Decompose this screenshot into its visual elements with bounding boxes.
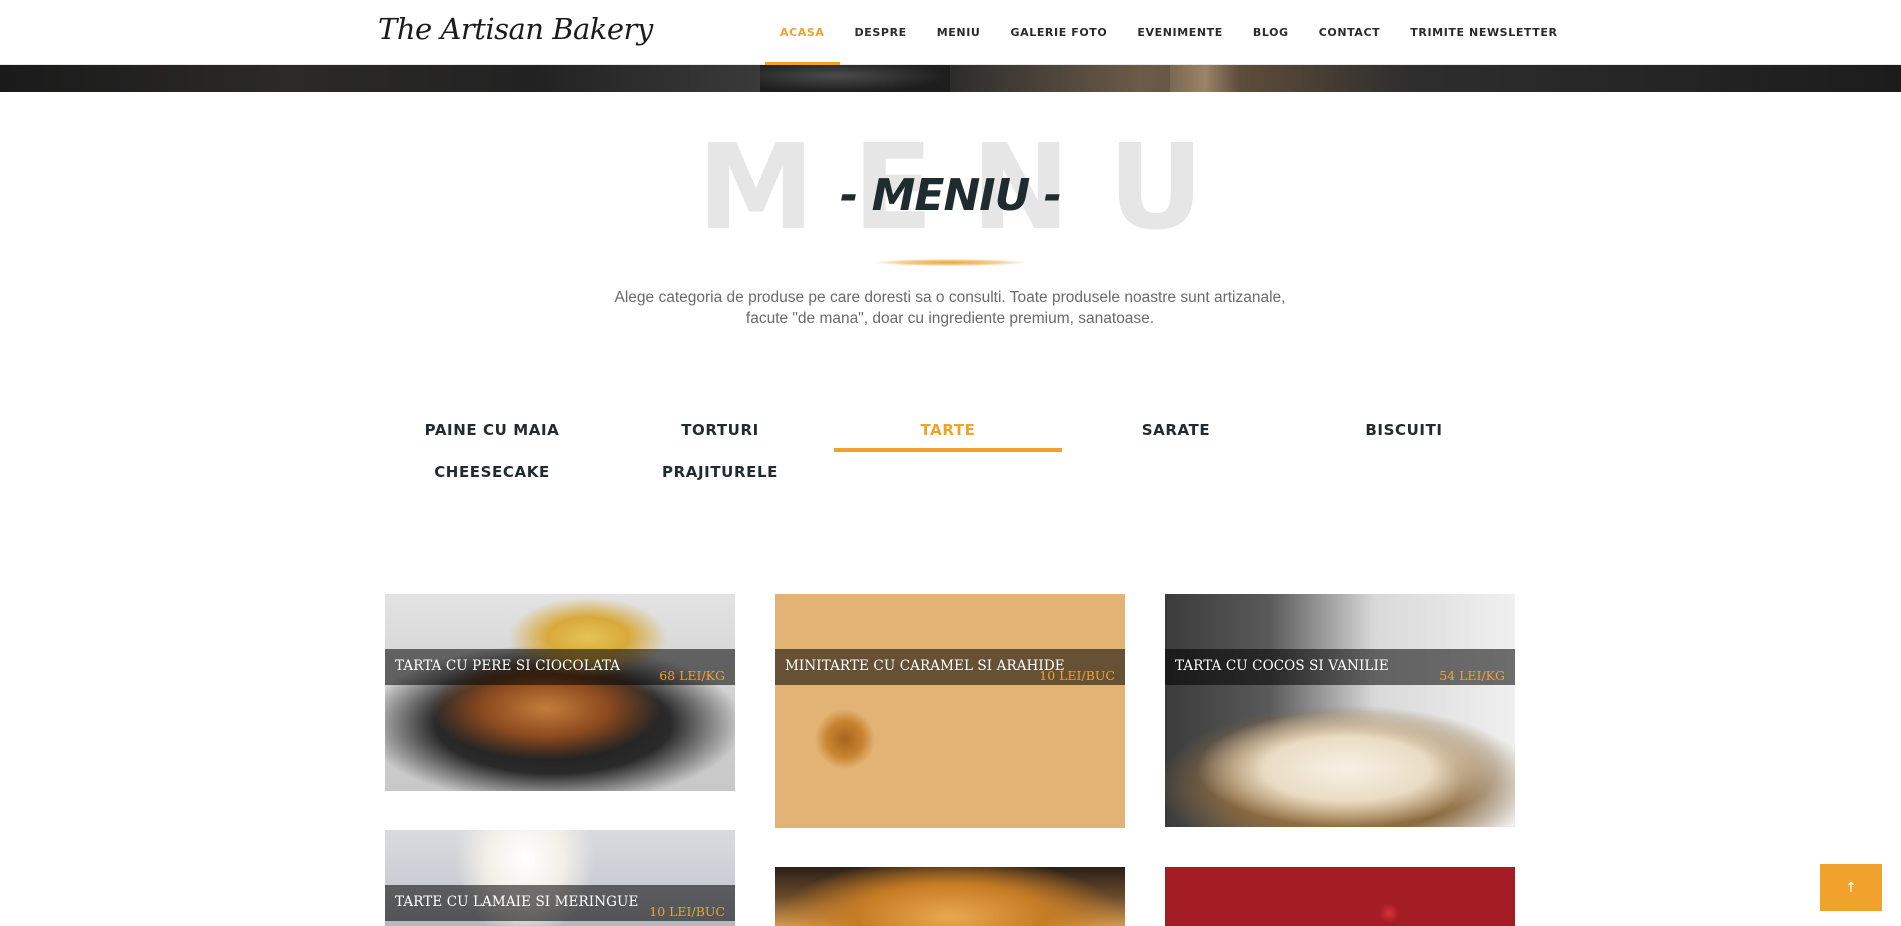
- tab-prajiturele[interactable]: PRAJITURELE: [606, 450, 834, 494]
- product-name: TARTE CU LAMAIE SI MERINGUE: [395, 894, 639, 910]
- nav-item-despre[interactable]: DESPRE: [840, 0, 922, 65]
- section-intro: Alege categoria de produse pe care dores…: [560, 287, 1340, 329]
- product-image: [775, 867, 1125, 926]
- product-name: TARTA CU PERE SI CIOCOLATA: [395, 658, 621, 674]
- main-nav: ACASA DESPRE MENIU GALERIE FOTO EVENIMEN…: [765, 0, 1573, 65]
- section-intro-line-2: facute "de mana", doar cu ingrediente pr…: [745, 310, 1155, 327]
- product-image: [775, 594, 1125, 828]
- product-card[interactable]: [775, 867, 1125, 926]
- nav-item-evenimente[interactable]: EVENIMENTE: [1122, 0, 1238, 65]
- tab-cheesecake[interactable]: CHEESECAKE: [378, 450, 606, 494]
- product-name: TARTA CU COCOS SI VANILIE: [1175, 658, 1389, 674]
- nav-item-blog[interactable]: BLOG: [1238, 0, 1304, 65]
- product-image: [1165, 867, 1515, 926]
- nav-item-acasa[interactable]: ACASA: [765, 0, 840, 65]
- product-card[interactable]: TARTE CU LAMAIE SI MERINGUE 10 LEI/BUC: [385, 830, 735, 926]
- back-to-top-button[interactable]: ↑: [1820, 864, 1882, 911]
- product-caption: TARTE CU LAMAIE SI MERINGUE 10 LEI/BUC: [385, 885, 735, 921]
- product-card[interactable]: TARTA CU COCOS SI VANILIE 54 LEI/KG: [1165, 594, 1515, 827]
- nav-item-meniu[interactable]: MENIU: [922, 0, 996, 65]
- product-price: 68 LEI/KG: [659, 668, 725, 683]
- product-card[interactable]: MINITARTE CU CARAMEL SI ARAHIDE 10 LEI/B…: [775, 594, 1125, 828]
- tab-paine-cu-maia[interactable]: PAINE CU MAIA: [378, 408, 606, 452]
- product-name: MINITARTE CU CARAMEL SI ARAHIDE: [785, 658, 1065, 674]
- tab-sarate[interactable]: SARATE: [1062, 408, 1290, 452]
- product-caption: TARTA CU COCOS SI VANILIE 54 LEI/KG: [1165, 649, 1515, 685]
- product-card[interactable]: TARTA CU PERE SI CIOCOLATA 68 LEI/KG: [385, 594, 735, 791]
- tab-torturi[interactable]: TORTURI: [606, 408, 834, 452]
- tab-biscuiti[interactable]: BISCUITI: [1290, 408, 1518, 452]
- product-caption: TARTA CU PERE SI CIOCOLATA 68 LEI/KG: [385, 649, 735, 685]
- product-price: 10 LEI/BUC: [649, 904, 725, 919]
- product-image: [1165, 594, 1515, 827]
- hero-image-strip: [0, 65, 1901, 92]
- section-title: - MENIU -: [840, 170, 1062, 221]
- tab-tarte[interactable]: TARTE: [834, 408, 1062, 452]
- arrow-up-icon: ↑: [1845, 879, 1857, 896]
- title-underline-divider: [875, 259, 1025, 266]
- section-intro-line-1: Alege categoria de produse pe care dores…: [614, 289, 1286, 306]
- product-caption: MINITARTE CU CARAMEL SI ARAHIDE 10 LEI/B…: [775, 649, 1125, 685]
- nav-item-trimite-newsletter[interactable]: TRIMITE NEWSLETTER: [1395, 0, 1572, 65]
- site-header: The Artisan Bakery ACASA DESPRE MENIU GA…: [0, 0, 1901, 65]
- nav-item-galerie-foto[interactable]: GALERIE FOTO: [995, 0, 1122, 65]
- product-card[interactable]: [1165, 867, 1515, 926]
- product-price: 54 LEI/KG: [1439, 668, 1505, 683]
- brand-logo[interactable]: The Artisan Bakery: [378, 12, 653, 46]
- product-price: 10 LEI/BUC: [1039, 668, 1115, 683]
- nav-item-contact[interactable]: CONTACT: [1304, 0, 1396, 65]
- product-image: [385, 594, 735, 791]
